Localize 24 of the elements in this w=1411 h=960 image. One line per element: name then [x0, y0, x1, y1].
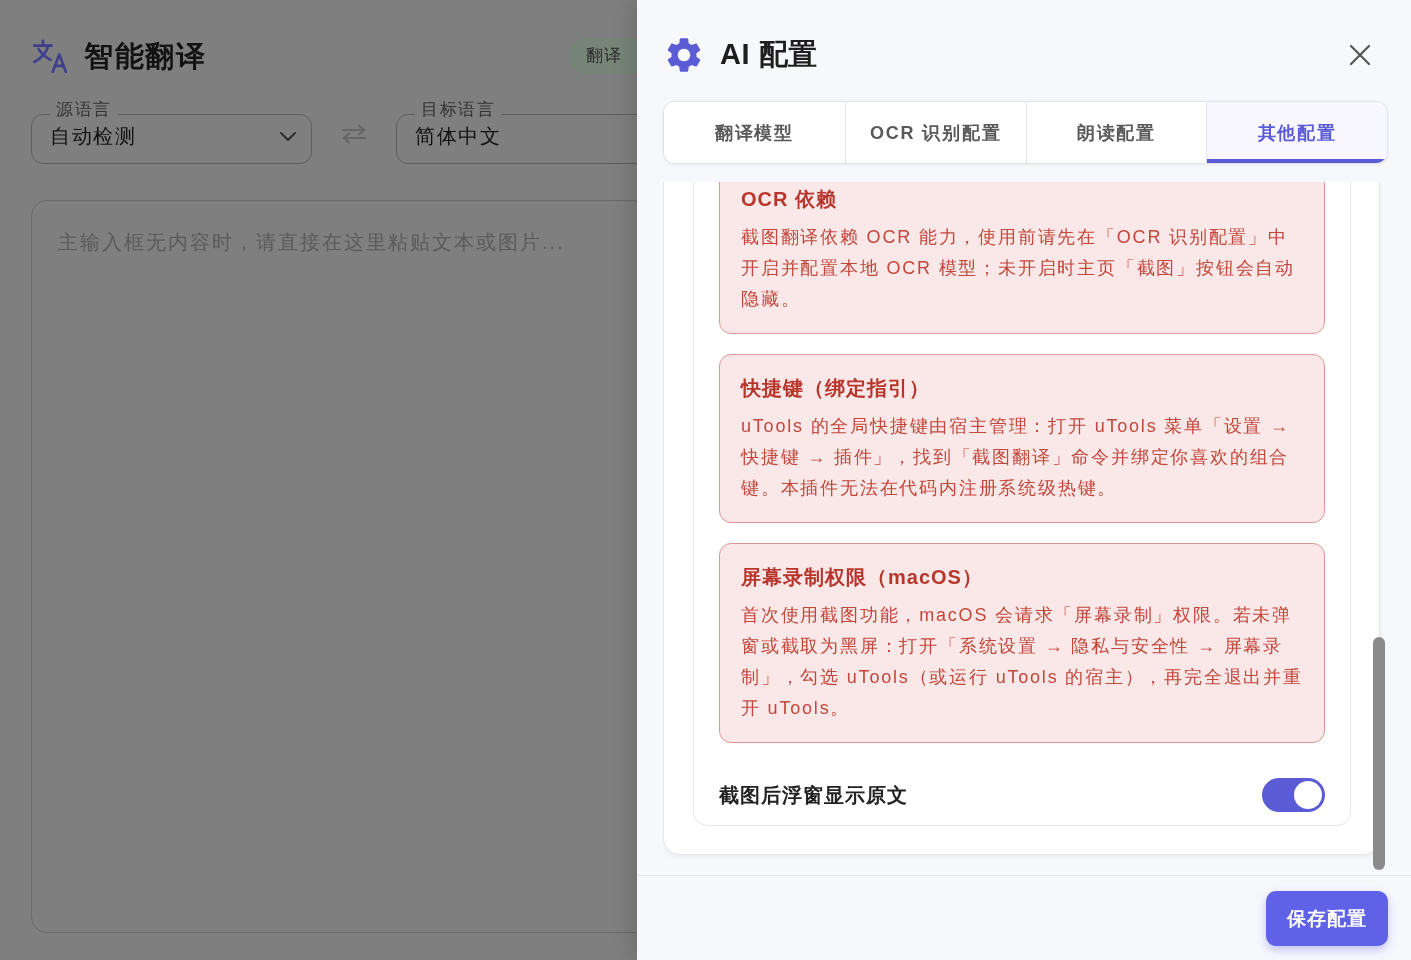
note-title: 屏幕录制权限（macOS） — [741, 565, 984, 590]
note-title: 快捷键（绑定指引） — [741, 376, 931, 401]
select-label: 源语言 — [55, 100, 113, 121]
drawer-title: AI 配置 — [720, 37, 818, 72]
close-icon — [1348, 43, 1372, 67]
tab[interactable]: OCR 识别配置 — [844, 102, 1026, 163]
translate-icon — [32, 39, 68, 73]
tab[interactable]: 朗读配置 — [1025, 102, 1207, 163]
settings-icon — [667, 38, 701, 72]
note-text: uTools 的全局快捷键由宿主管理：打开 uTools 菜单「设置 → 快捷键 → 插件」，找到「截图翻译」命令并绑定你喜欢的组合键。本插件无法在代码内注册系统级热键。 — [741, 415, 1291, 500]
app-title: 智能翻译 — [84, 39, 206, 74]
note-text: 截图翻译依赖 OCR 能力，使用前请先在「OCR 识别配置」中开启并配置本地 OCR 模型；未开启时主页「截图」按钮会自动隐藏。 — [741, 226, 1296, 311]
toggle-switch[interactable] — [1262, 778, 1325, 812]
setting-label: 截图后浮窗显示原文 — [719, 782, 908, 808]
select-label: 目标语言 — [420, 100, 497, 121]
note-title: OCR 依赖 — [741, 187, 838, 212]
scrollbar-thumb[interactable] — [1373, 637, 1385, 870]
save-button[interactable]: 保存配置 — [1266, 891, 1388, 946]
tab[interactable]: 翻译模型 — [664, 102, 845, 163]
mode-tag: 翻译 — [568, 38, 637, 74]
source-language-select[interactable]: 源语言 自动检测 — [31, 100, 312, 164]
tab[interactable]: 其他配置 — [1206, 102, 1387, 163]
note-text: 首次使用截图功能，macOS 会请求「屏幕录制」权限。若未弹窗或截取为黑屏：打开「系统设置 → 隐私与安全性 → 屏幕录制」，勾选 uTools（或运行 uTools 的宿主），再完全退出并重开 uTools。 — [741, 604, 1304, 720]
chevron-icon — [279, 130, 297, 142]
